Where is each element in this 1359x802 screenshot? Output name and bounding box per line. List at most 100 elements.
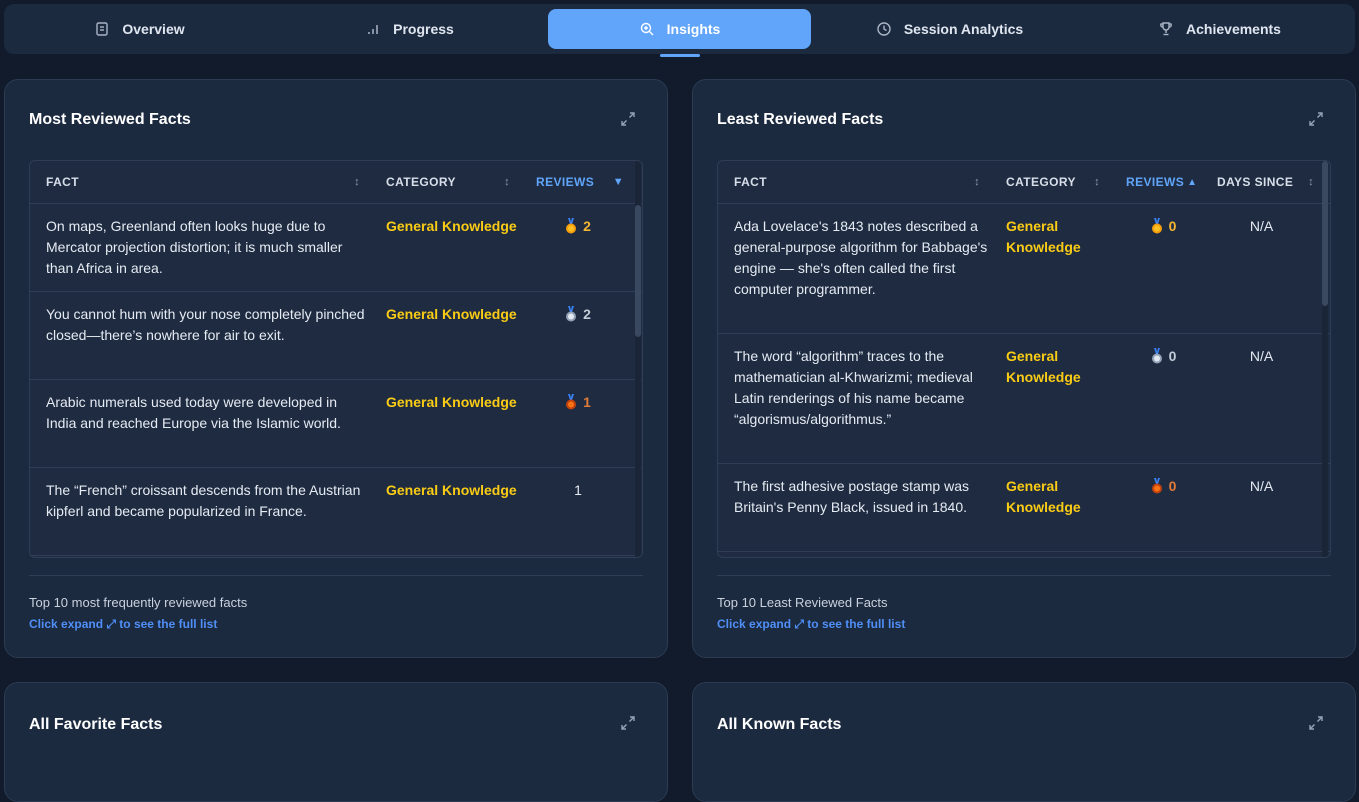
reviews-cell: 0	[1110, 204, 1201, 333]
tab-label: Insights	[666, 21, 721, 37]
least-reviewed-table: FACT ↕ CATEGORY ↕ REVIEWS ▲ DAYS SINCE ↕…	[717, 160, 1331, 558]
days-since-cell: N/A	[1249, 348, 1274, 364]
column-category[interactable]: CATEGORY ↕	[990, 161, 1110, 203]
expand-icon	[1309, 716, 1323, 730]
table-row[interactable]: The word “algorithm” traces to the mathe…	[718, 334, 1330, 464]
trophy-icon	[1160, 22, 1172, 36]
expand-button[interactable]	[619, 714, 637, 732]
column-fact[interactable]: FACT ↕	[718, 161, 990, 203]
tab-bar: Overview Progress Insights Session Analy…	[4, 4, 1355, 54]
bronze-medal-icon	[1151, 478, 1162, 494]
sort-icon: ↕	[1308, 176, 1314, 188]
least-reviewed-card: Least Reviewed Facts FACT ↕ CATEGORY ↕ R…	[692, 79, 1356, 658]
category-cell: General Knowledge	[1006, 218, 1081, 255]
column-reviews[interactable]: REVIEWS ▲	[1110, 161, 1201, 203]
category-cell: General Knowledge	[386, 482, 517, 498]
reviews-cell: 1	[520, 468, 620, 555]
document-icon	[96, 22, 109, 36]
fact-cell: The first adhesive postage stamp was Bri…	[734, 478, 970, 515]
expand-button[interactable]	[619, 110, 637, 128]
category-cell: General Knowledge	[386, 306, 517, 322]
category-cell: General Knowledge	[1006, 478, 1081, 515]
column-days-since[interactable]: DAYS SINCE ↕	[1201, 161, 1318, 203]
table-header: FACT ↕ CATEGORY ↕ REVIEWS ▼	[30, 161, 642, 204]
reviews-count: 0	[1168, 218, 1177, 234]
tab-label: Session Analytics	[903, 21, 1024, 37]
tab-achievements[interactable]: Achievements	[1088, 9, 1351, 49]
divider	[29, 575, 643, 576]
expand-icon	[1309, 112, 1323, 126]
reviews-cell: 0	[1110, 464, 1201, 551]
silver-medal-icon	[566, 306, 577, 322]
column-label: FACT	[46, 175, 79, 189]
scrollbar[interactable]	[635, 161, 641, 557]
fact-cell: The “French” croissant descends from the…	[46, 482, 361, 519]
table-header: FACT ↕ CATEGORY ↕ REVIEWS ▲ DAYS SINCE ↕	[718, 161, 1330, 204]
tab-overview[interactable]: Overview	[8, 9, 271, 49]
sort-desc-icon: ▼	[612, 176, 624, 188]
sort-icon: ↕	[974, 176, 980, 188]
scrollbar[interactable]	[1322, 161, 1328, 557]
table-row[interactable]: Arabic numerals used today were develope…	[30, 380, 642, 468]
table-row[interactable]: You cannot hum with your nose completely…	[30, 292, 642, 380]
reviews-count: 2	[583, 306, 591, 322]
bronze-medal-icon	[566, 394, 577, 410]
category-cell: General Knowledge	[386, 218, 517, 234]
tab-progress[interactable]: Progress	[278, 9, 541, 49]
scrollbar-thumb[interactable]	[1322, 161, 1328, 306]
bar-chart-icon	[368, 25, 378, 34]
card-title: Least Reviewed Facts	[717, 111, 884, 128]
column-label: CATEGORY	[386, 175, 456, 189]
reviews-cell: 1	[520, 380, 620, 467]
reviews-count: 1	[583, 394, 591, 410]
reviews-cell: 2	[520, 204, 620, 291]
expand-button[interactable]	[1307, 110, 1325, 128]
days-since-cell: N/A	[1249, 218, 1274, 234]
scrollbar-thumb[interactable]	[635, 205, 641, 337]
fact-cell: You cannot hum with your nose completely…	[46, 306, 365, 343]
tab-session-analytics[interactable]: Session Analytics	[818, 9, 1081, 49]
fact-cell: Arabic numerals used today were develope…	[46, 394, 341, 431]
column-label: FACT	[734, 175, 767, 189]
most-reviewed-table: FACT ↕ CATEGORY ↕ REVIEWS ▼ On maps, Gre…	[29, 160, 643, 558]
column-label: REVIEWS	[1126, 175, 1185, 189]
reviews-cell: 2	[520, 292, 620, 379]
table-row[interactable]: Ada Lovelace's 1843 notes described a ge…	[718, 204, 1330, 334]
gold-medal-icon	[566, 218, 577, 234]
sort-asc-icon: ▲	[1187, 176, 1198, 188]
expand-icon	[621, 716, 635, 730]
sort-icon: ↕	[1094, 176, 1100, 188]
days-since-cell: N/A	[1249, 478, 1274, 494]
card-title: All Favorite Facts	[29, 716, 163, 733]
column-category[interactable]: CATEGORY ↕	[370, 161, 520, 203]
column-label: REVIEWS	[536, 175, 595, 189]
expand-button[interactable]	[1307, 714, 1325, 732]
tab-insights[interactable]: Insights	[548, 9, 811, 49]
column-fact[interactable]: FACT ↕	[30, 161, 370, 203]
category-cell: General Knowledge	[1006, 348, 1081, 385]
known-facts-card: All Known Facts	[692, 682, 1356, 802]
zoom-in-icon	[640, 22, 654, 36]
silver-medal-icon	[1151, 348, 1162, 364]
sort-icon: ↕	[504, 176, 510, 188]
column-reviews[interactable]: REVIEWS ▼	[520, 161, 636, 203]
table-row[interactable]: The first adhesive postage stamp was Bri…	[718, 464, 1330, 552]
category-cell: General Knowledge	[386, 394, 517, 410]
table-row[interactable]: On maps, Greenland often looks huge due …	[30, 204, 642, 292]
reviews-count: 0	[1168, 348, 1177, 364]
fact-cell: On maps, Greenland often looks huge due …	[46, 218, 343, 276]
expand-hint-link[interactable]: Click expand ⤢ to see the full list	[29, 617, 217, 632]
fact-cell: Ada Lovelace's 1843 notes described a ge…	[734, 218, 988, 297]
gold-medal-icon	[1151, 218, 1162, 234]
most-reviewed-card: Most Reviewed Facts FACT ↕ CATEGORY ↕ RE…	[4, 79, 668, 658]
expand-hint-link[interactable]: Click expand ⤢ to see the full list	[717, 617, 905, 632]
fact-cell: The word “algorithm” traces to the mathe…	[734, 348, 973, 427]
reviews-count: 0	[1168, 478, 1177, 494]
tab-label: Overview	[122, 21, 185, 37]
table-row[interactable]: The “French” croissant descends from the…	[30, 468, 642, 556]
expand-icon	[621, 112, 635, 126]
card-title: Most Reviewed Facts	[29, 111, 191, 128]
reviews-count: 2	[583, 218, 591, 234]
card-title: All Known Facts	[717, 716, 842, 733]
reviews-cell: 0	[1110, 334, 1201, 463]
